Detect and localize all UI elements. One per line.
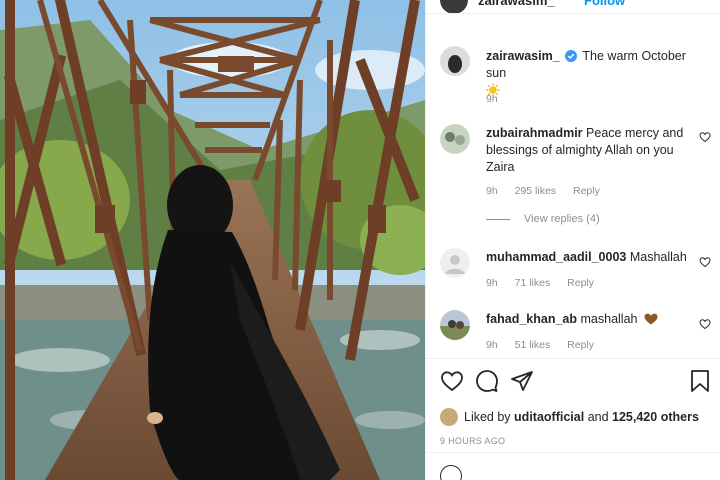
bridge-photo-illustration — [0, 0, 425, 480]
comment-likes[interactable]: 51 likes — [515, 339, 551, 351]
liker-avatar[interactable] — [440, 408, 458, 426]
reply-button[interactable]: Reply — [567, 339, 594, 351]
post-image[interactable] — [0, 0, 425, 480]
comment-avatar-zubairahmadmir[interactable] — [440, 124, 470, 154]
post-author-avatar[interactable] — [440, 0, 468, 13]
comment-icon[interactable] — [475, 369, 499, 393]
comment-username[interactable]: muhammad_aadil_0003 — [486, 250, 626, 264]
comment-avatar-muhammad-aadil[interactable] — [440, 248, 470, 278]
comment-avatar-fahad-khan[interactable] — [440, 310, 470, 340]
comment-meta: 9h 51 likes Reply — [486, 339, 608, 351]
comment-likes[interactable]: 295 likes — [515, 185, 556, 197]
view-replies-line — [486, 218, 510, 220]
comment-time: 9h — [486, 339, 498, 351]
likes-summary: Liked by uditaofficial and 125,420 other… — [440, 408, 699, 426]
reply-button[interactable]: Reply — [567, 277, 594, 289]
liked-by-user[interactable]: uditaofficial — [514, 410, 584, 424]
brown-heart-emoji-icon — [644, 313, 658, 325]
comment-text: muhammad_aadil_0003 Mashallah — [486, 249, 701, 266]
caption-time: 9h — [486, 93, 498, 105]
add-comment-bar — [426, 452, 720, 480]
view-replies-label: View replies (4) — [524, 213, 600, 225]
post-details-panel: zairawasim_ Follow zairawasim_ The warm … — [425, 0, 720, 480]
share-icon[interactable] — [510, 369, 534, 393]
liked-by-and: and — [587, 410, 609, 424]
comment-text: zubairahmadmir Peace mercy and blessings… — [486, 125, 686, 176]
post-author-username[interactable]: zairawasim_ — [478, 0, 555, 8]
post-header: zairawasim_ Follow — [426, 0, 720, 14]
comment-body: mashallah — [580, 312, 638, 326]
comment-meta: 9h 71 likes Reply — [486, 277, 608, 289]
caption-text: zairawasim_ The warm October sun — [486, 48, 701, 99]
liked-by-prefix: Liked by — [464, 410, 511, 424]
view-replies-button[interactable]: View replies (4) — [486, 213, 600, 225]
liked-by-count[interactable]: 125,420 others — [612, 410, 699, 424]
comment-likes[interactable]: 71 likes — [515, 277, 551, 289]
comment-text: fahad_khan_ab mashallah — [486, 311, 686, 328]
caption-username[interactable]: zairawasim_ — [486, 49, 560, 63]
heart-icon[interactable] — [440, 369, 464, 393]
bookmark-icon[interactable] — [688, 369, 712, 393]
comment-body: Mashallah — [629, 250, 687, 264]
like-comment-heart-icon[interactable] — [699, 131, 711, 143]
comment-username[interactable]: fahad_khan_ab — [486, 312, 577, 326]
post-timestamp[interactable]: 9 HOURS AGO — [440, 436, 505, 446]
caption-meta: 9h — [486, 93, 512, 105]
reply-button[interactable]: Reply — [573, 185, 600, 197]
comment-meta: 9h 295 likes Reply — [486, 185, 614, 197]
follow-button[interactable]: Follow — [584, 0, 625, 8]
comment-username[interactable]: zubairahmadmir — [486, 126, 583, 140]
verified-badge-icon — [565, 50, 578, 62]
comment-time: 9h — [486, 277, 498, 289]
post-actions-section: Liked by uditaofficial and 125,420 other… — [426, 358, 720, 480]
like-comment-heart-icon[interactable] — [699, 256, 711, 268]
like-comment-heart-icon[interactable] — [699, 318, 711, 330]
caption-author-avatar[interactable] — [440, 46, 470, 76]
emoji-picker-icon[interactable] — [440, 465, 462, 480]
comment-time: 9h — [486, 185, 498, 197]
